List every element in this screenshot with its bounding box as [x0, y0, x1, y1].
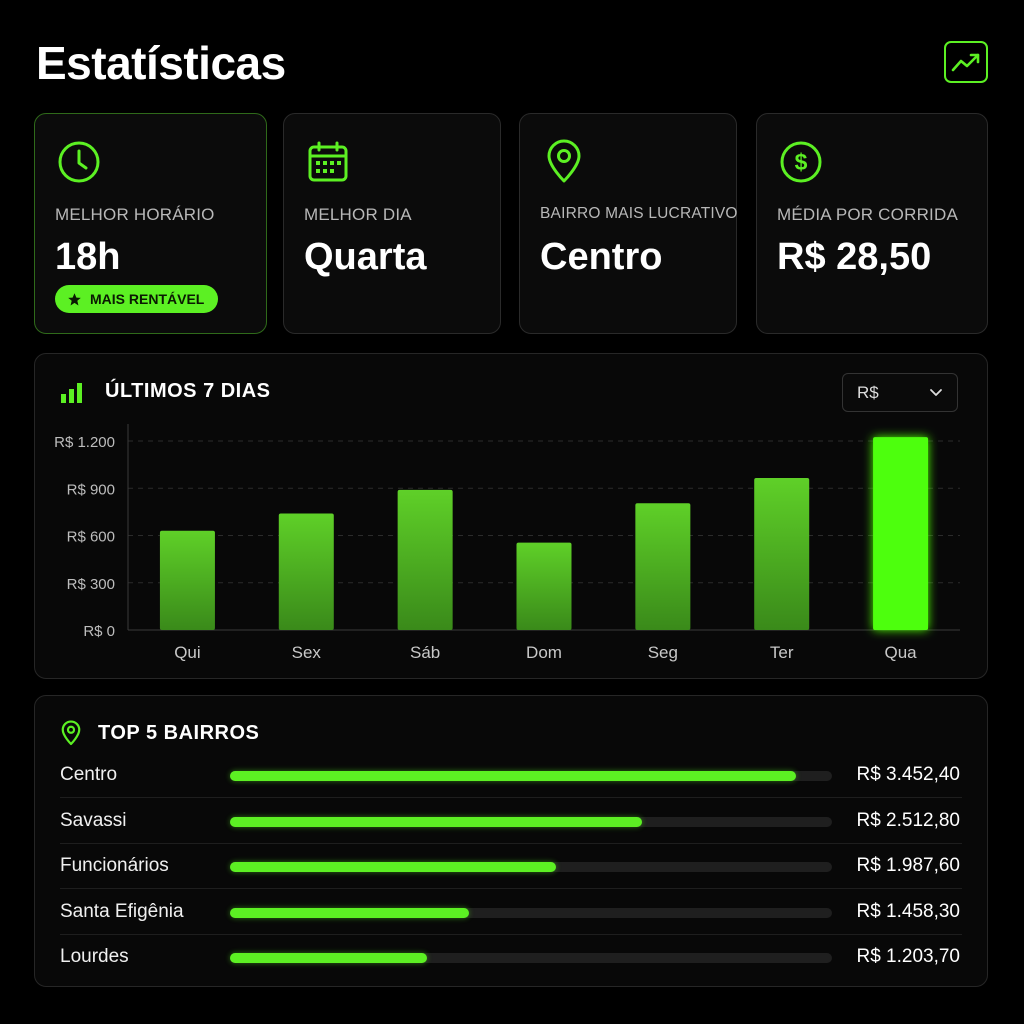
x-tick-label: Ter [770, 643, 794, 662]
most-profitable-badge: MAIS RENTÁVEL [55, 285, 219, 313]
x-tick-label: Dom [526, 643, 562, 662]
card-average-ride: $ MÉDIA POR CORRIDA R$ 28,50 [756, 113, 988, 334]
page-title: Estatísticas [36, 37, 286, 89]
y-tick-label: R$ 0 [83, 623, 115, 640]
last-7-days-panel: ÚLTIMOS 7 DIAS R$ R$ 0 R$ 300 R$ 600 R$ 900… [34, 353, 988, 679]
row-divider [60, 797, 962, 798]
y-tick-label: R$ 1.200 [54, 434, 115, 451]
progress-track [230, 816, 832, 827]
card-value: Centro [540, 236, 663, 278]
card-best-hour: MELHOR HORÁRIO 18h MAIS RENTÁVEL [34, 113, 267, 334]
star-icon [68, 292, 81, 305]
neighborhood-name: Lourdes [60, 946, 129, 967]
progress-track [230, 907, 832, 918]
bar-Sex[interactable] [278, 513, 334, 630]
neighborhood-amount: R$ 2.512,80 [856, 809, 960, 831]
svg-text:$: $ [795, 149, 808, 175]
progress-fill [230, 771, 796, 781]
neighborhood-amount: R$ 1.203,70 [856, 946, 960, 967]
x-tick-label: Sex [292, 643, 322, 662]
progress-track [230, 862, 832, 872]
progress-fill [230, 953, 428, 963]
card-label: MELHOR DIA [304, 205, 412, 224]
progress-fill [230, 816, 642, 827]
x-tick-label: Qui [174, 643, 200, 662]
top-neighborhoods-panel: TOP 5 BAIRROS Centro R$ 3.452,40 Savassi R$… [34, 695, 988, 987]
bar-Dom[interactable] [516, 542, 572, 630]
bar-Sáb[interactable] [397, 489, 453, 630]
bar-Seg[interactable] [635, 503, 691, 630]
y-tick-label: R$ 600 [67, 529, 115, 546]
x-tick-label: Seg [648, 643, 678, 662]
card-value: Quarta [304, 236, 427, 278]
row-divider [60, 842, 962, 844]
panel-title: TOP 5 BAIRROS [98, 722, 260, 744]
map-pin-icon [61, 720, 81, 746]
card-label: MELHOR HORÁRIO [55, 205, 215, 224]
card-best-day: MELHOR DIA Quarta [283, 113, 501, 334]
calendar-icon [308, 141, 348, 182]
neighborhood-amount: R$ 1.458,30 [856, 900, 960, 922]
bar-chart: R$ 0 R$ 300 R$ 600 R$ 900 R$ 1.200 Qui Sex Sáb D… [54, 424, 960, 662]
progress-fill [230, 907, 470, 918]
progress-fill [230, 862, 556, 872]
x-tick-label: Qua [885, 643, 918, 662]
card-best-neighborhood: BAIRRO MAIS LUCRATIVO Centro [519, 113, 738, 334]
card-label: MÉDIA POR CORRIDA [777, 205, 958, 224]
x-tick-label: Sáb [410, 643, 440, 662]
card-label: BAIRRO MAIS LUCRATIVO [540, 205, 738, 222]
bar-Ter[interactable] [754, 478, 810, 630]
row-divider [60, 933, 962, 935]
card-value: R$ 28,50 [777, 236, 932, 278]
neighborhood-amount: R$ 3.452,40 [856, 764, 960, 785]
bar-Qui[interactable] [159, 530, 215, 630]
clock-icon [58, 141, 100, 183]
progress-track [230, 771, 832, 781]
badge-label: MAIS RENTÁVEL [90, 291, 205, 307]
trends-button[interactable] [944, 41, 988, 83]
dollar-icon: $ [780, 141, 822, 183]
y-tick-label: R$ 300 [67, 576, 115, 593]
neighborhood-amount: R$ 1.987,60 [856, 855, 960, 876]
map-pin-icon [547, 139, 581, 183]
progress-track [230, 953, 832, 963]
row-divider [60, 888, 962, 889]
y-tick-label: R$ 900 [67, 481, 115, 498]
neighborhood-name: Santa Efigênia [60, 900, 184, 922]
neighborhood-name: Funcionários [60, 855, 169, 876]
neighborhood-name: Savassi [60, 809, 127, 831]
card-value: 18h [55, 236, 121, 278]
trending-up-icon [951, 53, 980, 72]
neighborhood-name: Centro [60, 764, 118, 785]
bar-Qua[interactable] [873, 437, 929, 630]
